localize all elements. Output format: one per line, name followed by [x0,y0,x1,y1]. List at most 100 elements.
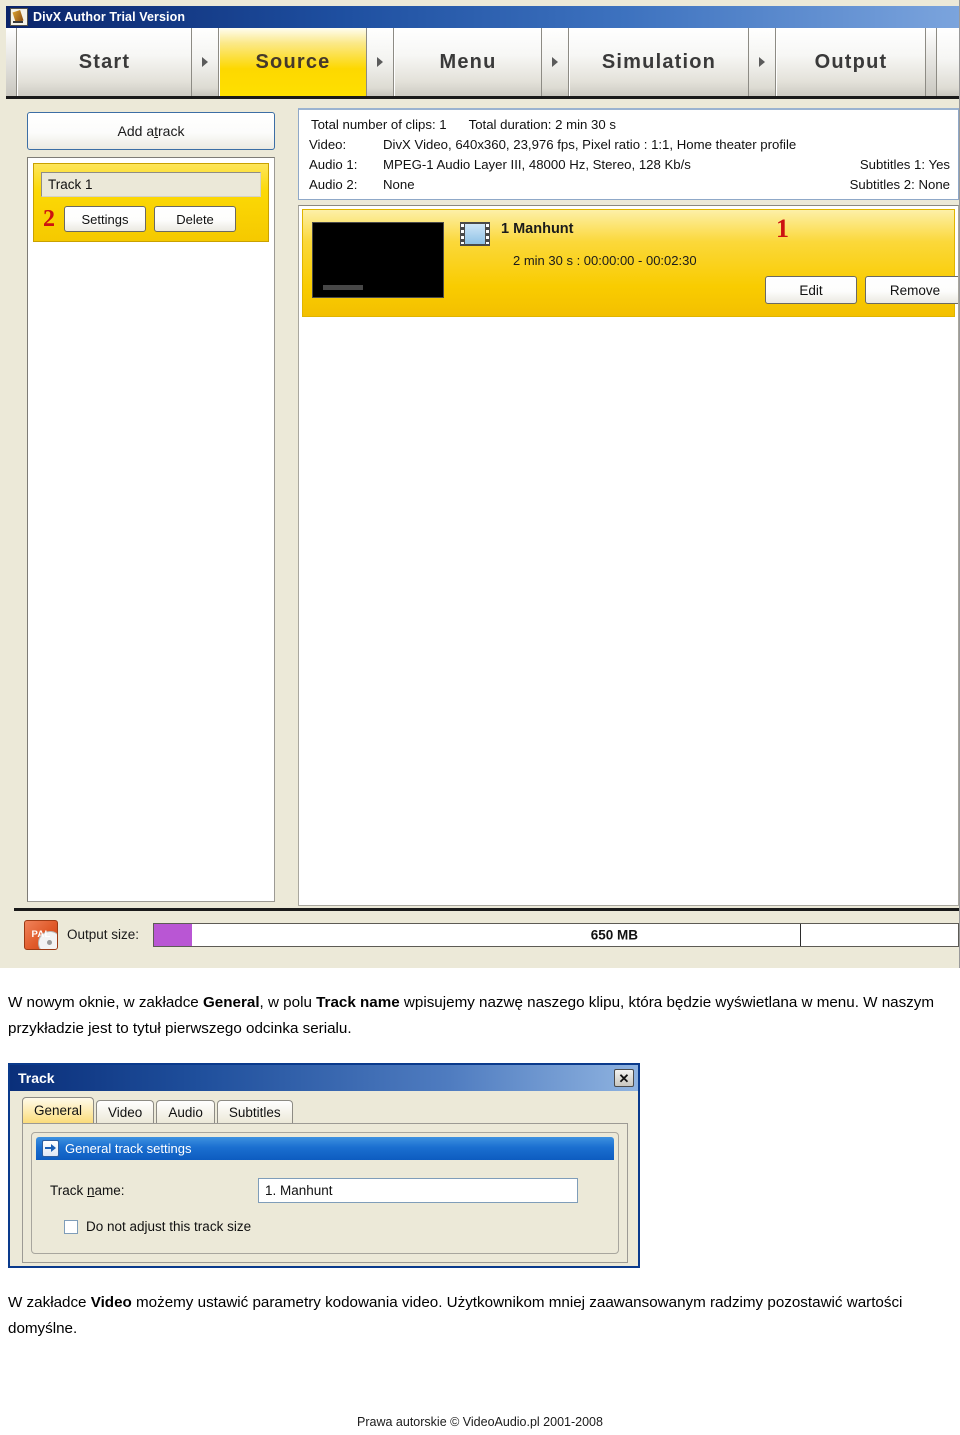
clip-remove-button[interactable]: Remove [865,276,958,304]
instruction-paragraph-1: W nowym oknie, w zakładce General, w pol… [8,990,952,1042]
add-track-label-pre: Add a [117,123,155,139]
wizard-tabstrip: Start Source Menu Simulation Output [6,28,959,99]
output-size-divider [800,923,802,946]
divx-author-window: DivX Author Trial Version Start Source M… [0,0,960,968]
group-header: General track settings [36,1137,614,1160]
para2-part2: możemy ustawić parametry kodowania video… [8,1294,903,1337]
track-list: Track 1 2 Settings Delete [27,157,275,902]
do-not-adjust-row[interactable]: Do not adjust this track size [36,1219,614,1234]
window-title: DivX Author Trial Version [33,10,186,24]
total-duration-text: Total duration: 2 min 30 s [468,117,616,132]
copyright-text: Prawa autorskie © VideoAudio.pl 2001-200… [357,1415,603,1429]
audio1-value: MPEG-1 Audio Layer III, 48000 Hz, Stereo… [383,157,691,172]
wizard-separator-1 [192,28,219,96]
annotation-marker-2: 2 [43,206,55,232]
output-size-markers: 650 MB [154,923,958,946]
wizard-tab-simulation[interactable]: Simulation [569,28,749,96]
summary-audio1-line: Audio 1: MPEG-1 Audio Layer III, 48000 H… [309,155,950,175]
video-label: Video: [309,137,347,152]
track-name-field-row: Track name: 1. Manhunt [36,1178,614,1203]
tabstrip-left-edge [6,28,17,96]
wizard-separator-3 [542,28,569,96]
para1-part2: , w polu [259,994,317,1011]
video-thumbnail [312,222,444,298]
track-name-input[interactable]: 1. Manhunt [258,1178,578,1203]
track-name-display[interactable]: Track 1 [41,172,261,197]
chevron-right-icon [377,57,383,67]
clip-row[interactable]: 1 Manhunt 2 min 30 s : 00:00:00 - 00:02:… [302,209,958,317]
track-card[interactable]: Track 1 2 Settings Delete [33,163,269,242]
chevron-right-icon [202,57,208,67]
dialog-tab-bar: General Video Audio Subtitles [10,1097,638,1123]
arrow-right-icon [42,1140,59,1157]
output-size-bar: PAL Output size: 650 MB [14,908,959,958]
para1-bold-general: General [202,994,260,1011]
track-name-label-post: ame: [94,1183,125,1198]
wizard-tab-start[interactable]: Start [17,28,192,96]
track-settings-button[interactable]: Settings [64,206,146,232]
wizard-separator-2 [367,28,394,96]
dialog-tab-page-general: General track settings Track name: 1. Ma… [22,1123,628,1263]
pal-badge-label: PAL [31,929,51,940]
audio1-label: Audio 1: [309,157,358,172]
summary-video-line: Video: DivX Video, 640x360, 23,976 fps, … [309,135,950,155]
chevron-right-icon [552,57,558,67]
group-title: General track settings [65,1141,192,1156]
film-perforation-left [461,224,464,244]
do-not-adjust-checkbox[interactable] [64,1219,78,1234]
add-a-track-button[interactable]: Add a t rack [27,112,275,150]
track-card-actions: 2 Settings Delete [41,206,261,232]
tab-video[interactable]: Video [96,1100,155,1123]
audio2-value: None [383,177,415,192]
audio2-label: Audio 2: [309,177,358,192]
para1-bold-trackname: Track name [316,994,400,1011]
summary-audio2-line: Audio 2: None Subtitles 2: None [309,175,950,195]
para2-bold-video: Video [90,1294,132,1311]
track-name-label: Track name: [50,1183,258,1198]
track-panel: Add a t rack Track 1 2 Settings Delete [14,105,289,906]
film-strip-icon [460,222,490,246]
app-body: Add a t rack Track 1 2 Settings Delete To… [6,99,959,962]
source-content-panel: Total number of clips: 1 Total duration:… [298,105,959,906]
film-perforation-right [486,224,489,244]
track-name-label-pre: Track [50,1183,87,1198]
window-titlebar: DivX Author Trial Version [6,6,959,28]
page-footer: Prawa autorskie © VideoAudio.pl 2001-200… [0,1415,960,1429]
track-delete-button[interactable]: Delete [154,206,236,232]
clip-title: 1 Manhunt [501,221,574,237]
video-value: DivX Video, 640x360, 23,976 fps, Pixel r… [383,137,797,152]
para1-part1: W nowym oknie, w zakładce [8,994,203,1011]
output-size-meter[interactable]: 650 MB [153,922,959,947]
add-track-label-post: rack [158,123,185,139]
para2-part1: W zakładce [8,1294,91,1311]
tab-audio[interactable]: Audio [156,1100,215,1123]
wizard-tab-output[interactable]: Output [776,28,926,96]
clip-time-range: 2 min 30 s : 00:00:00 - 00:02:30 [513,253,697,268]
clip-list-area: 1 Manhunt 2 min 30 s : 00:00:00 - 00:02:… [298,205,959,906]
output-size-label: Output size: [67,927,140,942]
wizard-tab-source[interactable]: Source [219,28,367,96]
summary-totals-line: Total number of clips: 1 Total duration:… [309,115,950,135]
output-size-value: 650 MB [590,927,638,942]
general-track-settings-group: General track settings Track name: 1. Ma… [31,1132,619,1254]
track-name-label-accel: n [87,1183,95,1198]
track-settings-dialog: Track ✕ General Video Audio Subtitles Ge… [8,1063,640,1268]
chevron-right-icon [759,57,765,67]
divx-app-icon [10,8,28,26]
wizard-separator-4 [749,28,776,96]
clip-edit-button[interactable]: Edit [765,276,857,304]
dialog-titlebar: Track ✕ [10,1065,638,1091]
tabstrip-right-edge [926,28,937,96]
annotation-marker-1: 1 [776,214,789,243]
instruction-paragraph-2: W zakładce Video możemy ustawić parametr… [8,1290,952,1342]
wizard-tab-menu[interactable]: Menu [394,28,542,96]
total-clips-text: Total number of clips: 1 [311,117,447,132]
subtitles2-value: Subtitles 2: None [849,177,950,192]
pal-standard-icon: PAL [24,919,58,950]
tab-subtitles[interactable]: Subtitles [216,1100,293,1123]
close-icon[interactable]: ✕ [614,1069,634,1087]
subtitles1-value: Subtitles 1: Yes [859,157,950,172]
tab-general[interactable]: General [22,1097,95,1123]
do-not-adjust-label: Do not adjust this track size [86,1219,252,1234]
dialog-title: Track [18,1070,55,1086]
